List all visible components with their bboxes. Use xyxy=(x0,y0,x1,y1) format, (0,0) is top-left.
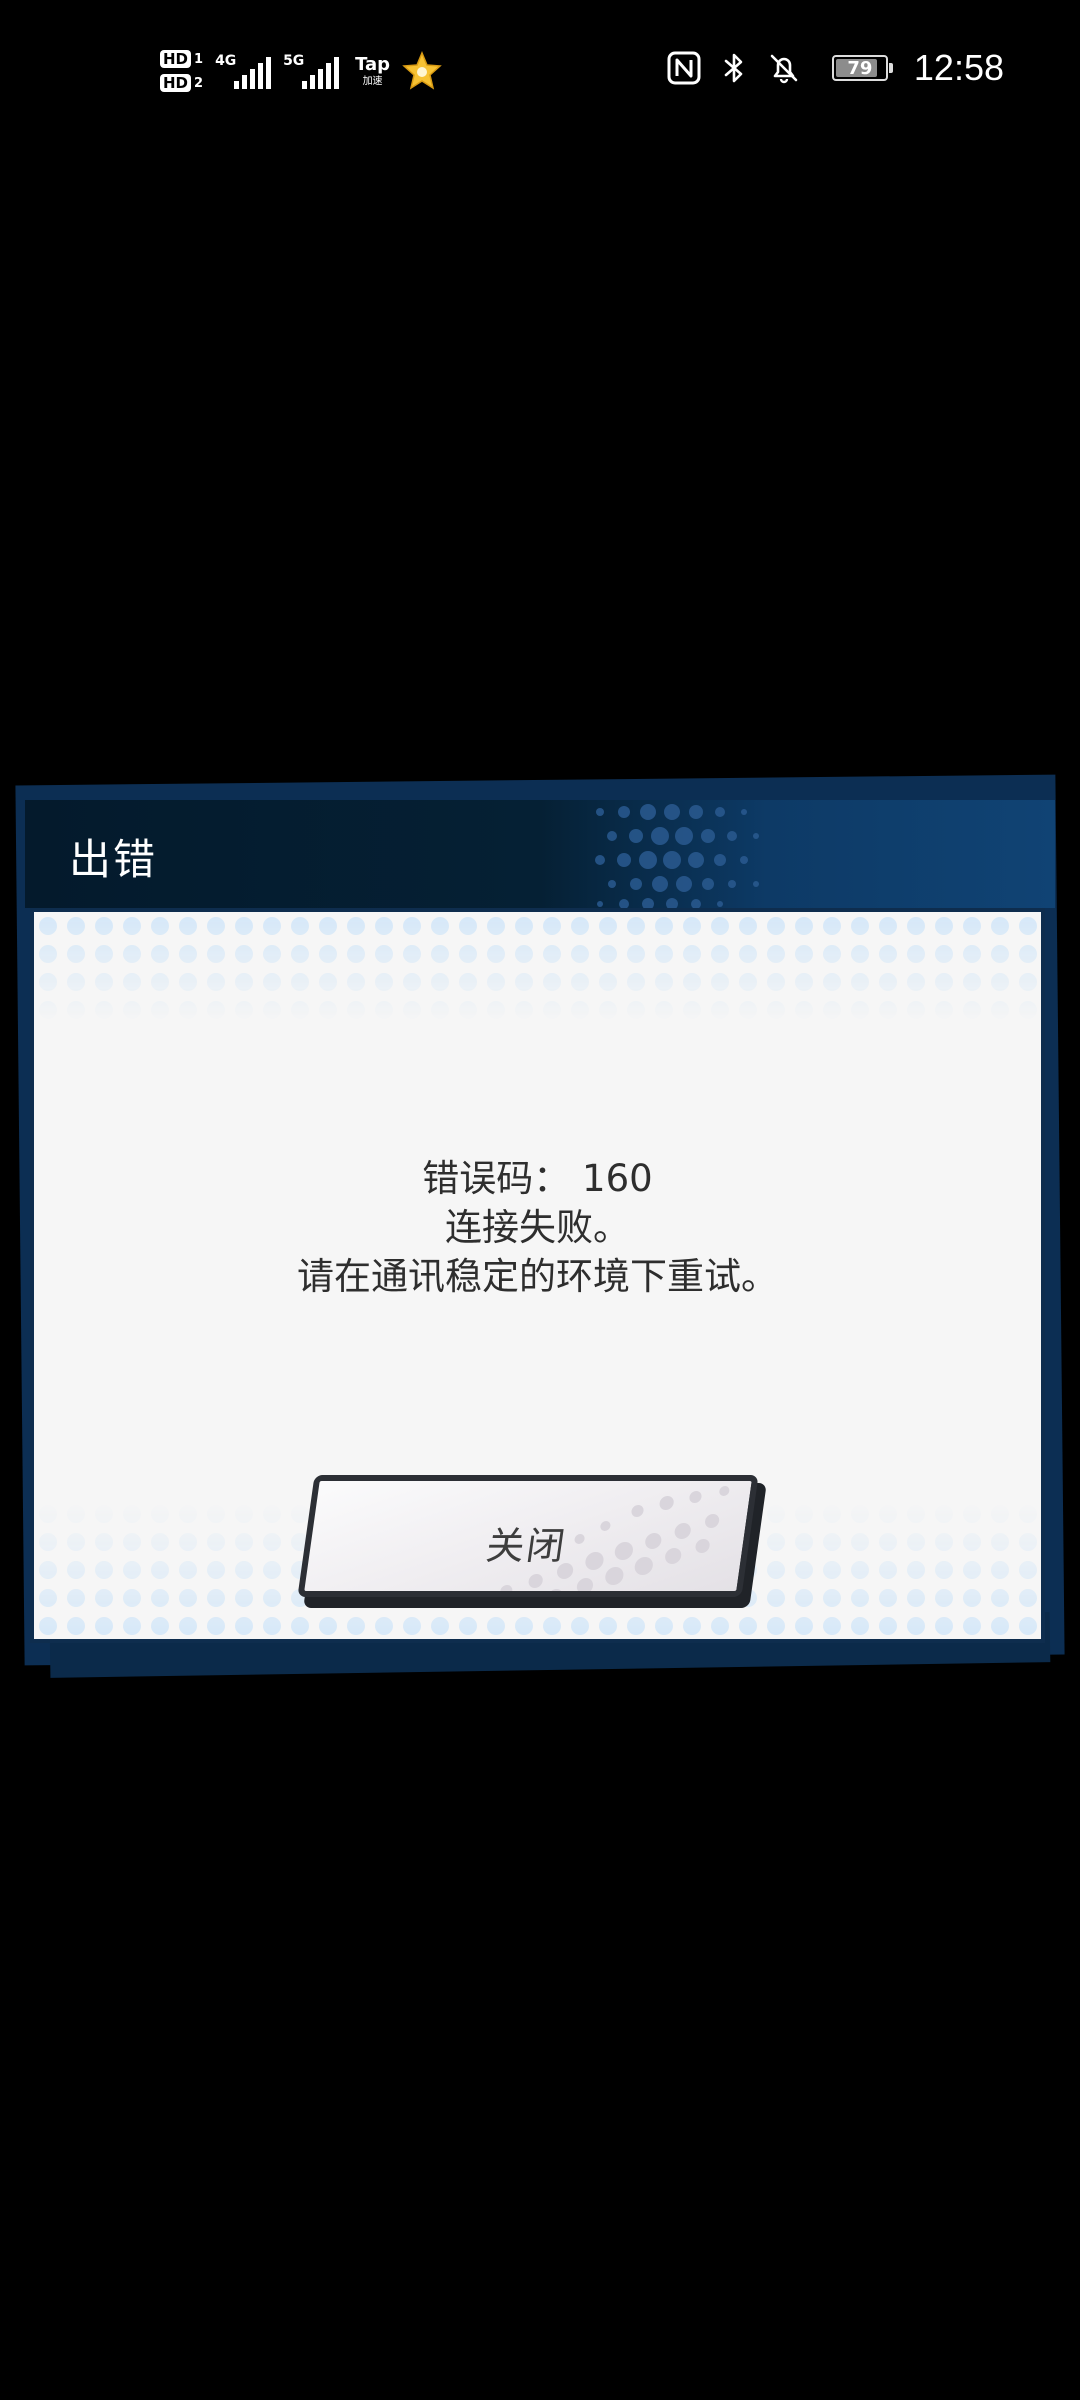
hd-label: HD xyxy=(160,74,192,92)
close-button-label: 关闭 xyxy=(483,1524,570,1568)
nfc-icon xyxy=(667,51,701,85)
clock: 12:58 xyxy=(913,47,1004,88)
connection-failed-line: 连接失败。 xyxy=(445,1206,630,1249)
tap-accelerator-indicator: Tap 加速 xyxy=(355,53,391,87)
hd-badge-sim2: HD 2 xyxy=(160,74,203,92)
screen: HD 1 HD 2 4G 5G Tap 加速 79 12:58 出错 错误码： … xyxy=(0,0,1080,2400)
hd-label: HD xyxy=(160,50,192,68)
sim-index: 2 xyxy=(194,75,204,91)
close-button-face[interactable]: 关闭 xyxy=(297,1475,759,1597)
signal-sim2: 5G xyxy=(283,49,340,93)
battery-icon: 79 xyxy=(831,55,893,81)
bluetooth-icon xyxy=(724,53,743,83)
error-code-line: 错误码： 160 xyxy=(422,1157,653,1200)
battery-level: 79 xyxy=(847,57,873,79)
close-button[interactable]: 关闭 xyxy=(297,1473,773,1613)
retry-hint-line: 请在通讯稳定的环境下重试。 xyxy=(297,1255,778,1298)
bell-muted-icon xyxy=(770,54,798,84)
dialog-title: 出错 xyxy=(69,835,158,884)
dialog-header: 出错 xyxy=(25,800,1055,908)
signal-sim1: 4G xyxy=(215,49,272,93)
status-bar: HD 1 HD 2 4G 5G Tap 加速 79 12:58 xyxy=(0,0,1080,140)
signal-bars-icon xyxy=(302,57,340,89)
status-right: 79 12:58 xyxy=(666,40,1004,96)
header-halftone-pattern xyxy=(595,804,759,908)
error-message: 错误码： 160 连接失败。 请在通讯稳定的环境下重试。 xyxy=(34,1154,1041,1301)
signal-bars-icon xyxy=(234,57,272,89)
sim-index: 1 xyxy=(194,51,204,67)
tap-sub-label: 加速 xyxy=(362,75,383,87)
star-badge-icon xyxy=(402,51,442,90)
status-left: HD 1 HD 2 4G 5G Tap 加速 xyxy=(160,36,442,106)
hd-badge-sim1: HD 1 xyxy=(160,50,203,68)
tap-label: Tap xyxy=(355,53,391,75)
hd-indicators: HD 1 HD 2 xyxy=(160,50,203,92)
